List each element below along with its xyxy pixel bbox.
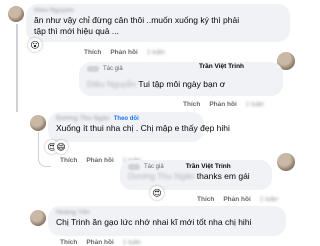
avatar[interactable] xyxy=(8,6,24,22)
mention[interactable]: Diệu Nguyễn xyxy=(87,79,136,89)
avatar[interactable] xyxy=(277,153,295,171)
like-link[interactable]: Thích xyxy=(84,49,101,56)
author-tag: Tác giả xyxy=(144,164,164,170)
comment-text: Xuống ít thui nha chị . Chị mập e thấy đ… xyxy=(56,123,230,133)
avatar[interactable] xyxy=(30,210,46,226)
comment-text: thanks em gái xyxy=(196,171,250,181)
comment-text: Tui tập môi ngày bạn ơ xyxy=(138,79,226,89)
comment-time[interactable]: 1 tuần xyxy=(260,196,278,203)
like-link[interactable]: Thích xyxy=(197,196,214,203)
comment-text: ăn như vậy chỉ đừng cân thôi ..muốn xuốn… xyxy=(34,15,240,25)
comment-actions: Thích Phản hồi 1 tuần xyxy=(60,239,141,246)
comment-time[interactable]: 1 tuần xyxy=(147,49,165,56)
smile-reaction-icon[interactable]: 😄 xyxy=(54,140,68,154)
mention[interactable]: Dương Thu Ngân xyxy=(128,171,194,181)
comment-author[interactable]: Trần Việt Trinh xyxy=(186,163,231,171)
comment-bubble: Dương Thu Ngân Theo dõi Xuống ít thui nh… xyxy=(48,112,230,142)
comment-actions: Thích Phản hồi 1 tuần xyxy=(183,101,264,108)
like-link[interactable]: Thích xyxy=(183,101,200,108)
reply-link[interactable]: Phản hồi xyxy=(223,196,250,203)
reply-link[interactable]: Phản hồi xyxy=(110,49,137,56)
comment-author[interactable]: Dương Thu Ngân xyxy=(56,115,110,123)
comment-text: Chị Trinh ăn gạo lức nhớ nhai kĩ mới tốt… xyxy=(56,217,252,227)
comment-author-avatar xyxy=(87,66,99,72)
reply-link[interactable]: Phản hồi xyxy=(86,239,113,246)
comment-author-avatar xyxy=(128,164,140,170)
wow-reaction-icon[interactable]: 😮 xyxy=(28,38,42,52)
comment-bubble: Tác giả Trần Việt Trinh Diệu Nguyễn Tui … xyxy=(79,62,283,96)
comment-author[interactable]: Hoàng Yến xyxy=(56,209,278,217)
comment-time[interactable]: 1 tuần xyxy=(246,101,264,108)
comment-bubble: Hoàng Yến Chị Trinh ăn gạo lức nhớ nhai … xyxy=(48,206,286,236)
heart-eyes-reaction-icon[interactable]: 😍 xyxy=(150,186,164,200)
comment-text: tập thì mới hiệu quả ... xyxy=(34,26,119,36)
comment-author[interactable]: Hieu Nguyen xyxy=(34,7,282,15)
like-link[interactable]: Thích xyxy=(60,239,77,246)
thread-line xyxy=(16,24,18,112)
reply-link[interactable]: Phản hồi xyxy=(209,101,236,108)
comment-time[interactable]: 1 tuần xyxy=(123,239,141,246)
follow-link[interactable]: Theo dõi xyxy=(114,115,139,123)
comment-author[interactable]: Trần Việt Trinh xyxy=(199,63,244,70)
avatar[interactable] xyxy=(30,115,46,131)
comment-actions: Thích Phản hồi 1 tuần xyxy=(197,196,278,203)
author-tag: Tác giả xyxy=(103,66,123,72)
like-link[interactable]: Thích xyxy=(60,157,77,164)
thread-connector xyxy=(38,132,51,167)
reply-link[interactable]: Phản hồi xyxy=(86,157,113,164)
comment-actions: Thích Phản hồi 1 tuần xyxy=(84,49,165,56)
comment-bubble: Tác giả Trần Việt Trinh Dương Thu Ngân t… xyxy=(120,160,272,190)
comment-bubble: Hieu Nguyen ăn như vậy chỉ đừng cân thôi… xyxy=(26,4,290,42)
